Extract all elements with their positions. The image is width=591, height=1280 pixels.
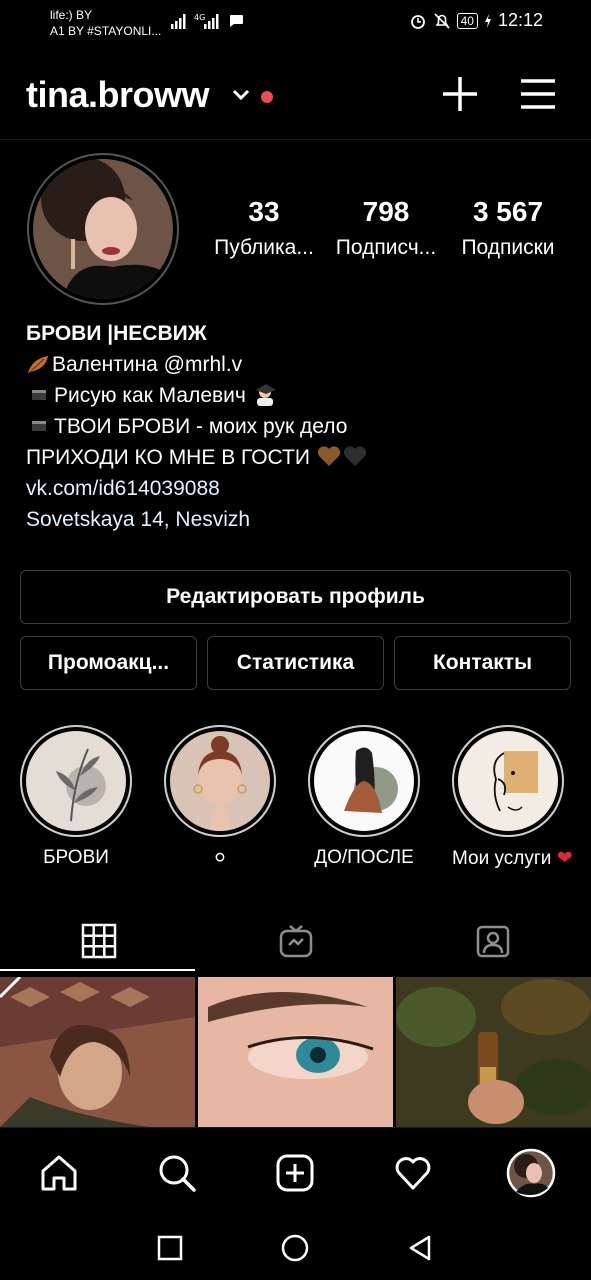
chevron-down-icon[interactable]: [230, 84, 252, 106]
highlight-cover: [314, 731, 414, 831]
search-icon: [159, 1155, 196, 1192]
bio-link[interactable]: vk.com/id614039088: [26, 473, 370, 504]
profile-top-bar: tina.broww: [0, 62, 591, 130]
leaf-emoji-icon: [28, 356, 48, 373]
home-icon: [41, 1155, 77, 1191]
insights-button[interactable]: Статистика: [207, 636, 384, 690]
post-thumbnail[interactable]: [198, 977, 393, 1127]
divider: [0, 139, 591, 140]
bio-line: ТВОИ БРОВИ - моих рук дело: [26, 411, 370, 442]
black-square-icon: [32, 421, 46, 431]
promotions-button[interactable]: Промоакц...: [20, 636, 197, 690]
new-post-icon: [276, 1154, 314, 1192]
bio-line: Рисую как Малевич: [26, 380, 370, 411]
home-circle-icon[interactable]: [281, 1234, 309, 1262]
red-heart-icon: ❤: [556, 848, 573, 869]
bio: БРОВИ |НЕСВИЖ Валентина @mrhl.v Рисую ка…: [26, 318, 370, 535]
active-tab-indicator: [0, 969, 195, 971]
battery-icon: 40: [456, 12, 478, 29]
alarm-icon: [410, 14, 425, 29]
hamburger-menu-icon[interactable]: [518, 76, 558, 112]
highlight-cover: [26, 731, 126, 831]
message-icon: [230, 15, 243, 27]
highlight-cover: [458, 731, 558, 831]
back-icon[interactable]: [407, 1234, 433, 1262]
avatar-image: [33, 159, 173, 299]
tab-igtv[interactable]: [197, 910, 394, 972]
hearts-emoji-icon: [317, 446, 366, 466]
nav-activity[interactable]: [388, 1148, 438, 1198]
profile-name: БРОВИ |НЕСВИЖ: [26, 322, 207, 345]
profile-avatar-icon: [506, 1148, 556, 1198]
status-bar: life:) BY A1 BY #STAYONLI... 4G 40 12:12: [0, 0, 591, 50]
contacts-button[interactable]: Контакты: [394, 636, 571, 690]
highlight-circle[interactable]: ⚪: [164, 725, 276, 870]
tab-grid[interactable]: [0, 910, 197, 972]
charging-icon: [484, 13, 491, 28]
stat-following[interactable]: 3 567 Подписки: [452, 196, 564, 260]
tab-tagged[interactable]: [394, 910, 591, 972]
bio-line: Валентина @mrhl.v: [26, 349, 370, 380]
bio-line: ПРИХОДИ КО МНЕ В ГОСТИ: [26, 442, 370, 473]
nav-search[interactable]: [152, 1148, 202, 1198]
nav-new-post[interactable]: [270, 1148, 320, 1198]
profile-avatar[interactable]: [27, 153, 179, 305]
heart-icon: [395, 1157, 431, 1190]
bottom-navigation: [0, 1127, 591, 1215]
artist-emoji-icon: [255, 384, 276, 406]
edit-profile-button[interactable]: Редактировать профиль: [20, 570, 571, 624]
clock: 12:12: [497, 10, 543, 30]
plus-icon[interactable]: [440, 74, 480, 114]
carrier-text: life:) BY A1 BY #STAYONLI...: [50, 8, 162, 38]
nav-profile[interactable]: [506, 1148, 556, 1198]
system-navigation-bar: [0, 1215, 591, 1280]
signal-4g-icon: 4G: [194, 13, 219, 29]
igtv-icon: [279, 925, 312, 958]
signal-icon: [171, 14, 186, 29]
recent-apps-icon[interactable]: [157, 1235, 183, 1261]
post-thumbnail[interactable]: [396, 977, 591, 1127]
post-thumbnail[interactable]: [0, 977, 195, 1127]
svg-text:4G: 4G: [194, 13, 205, 22]
stat-followers[interactable]: 798 Подписч...: [330, 196, 442, 260]
username[interactable]: tina.broww: [26, 74, 210, 116]
stat-posts[interactable]: 33 Публика...: [208, 196, 320, 260]
highlight-brows[interactable]: БРОВИ: [20, 725, 132, 869]
status-right: 40 12:12: [409, 10, 543, 31]
mute-bell-icon: [434, 12, 450, 29]
highlight-before-after[interactable]: ДО/ПОСЛЕ: [308, 725, 420, 869]
grid-icon: [81, 923, 116, 959]
highlight-my-services[interactable]: Мои услуги ❤: [452, 725, 573, 870]
nav-home[interactable]: [34, 1148, 84, 1198]
highlight-cover: [170, 731, 270, 831]
tagged-icon: [476, 925, 509, 958]
black-square-icon: [32, 390, 46, 400]
bio-address[interactable]: Sovetskaya 14, Nesvizh: [26, 504, 370, 535]
notification-dot: [261, 91, 273, 103]
